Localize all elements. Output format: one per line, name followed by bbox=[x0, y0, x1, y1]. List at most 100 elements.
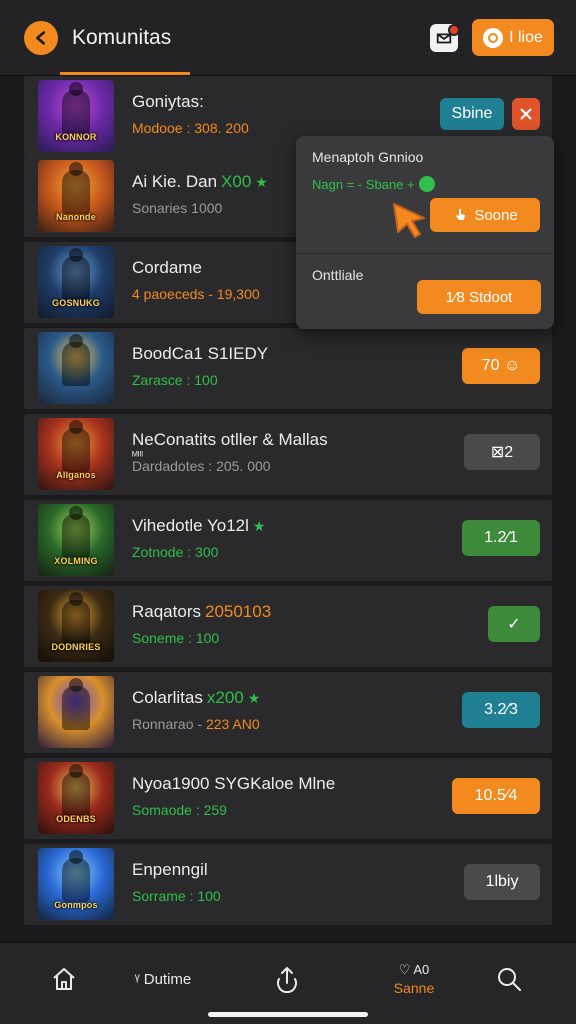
item-action-button[interactable]: 70 ☺ bbox=[462, 348, 540, 384]
nav-notifications[interactable]: ♡ A0 Sanne bbox=[384, 959, 444, 999]
item-action-button[interactable]: 10.5⁄4 bbox=[452, 778, 540, 814]
item-action-button[interactable]: 1lbiy bbox=[464, 864, 540, 900]
hand-icon bbox=[456, 209, 466, 220]
popover-secondary-button[interactable]: 1⁄8 Stdoot bbox=[417, 280, 541, 314]
item-subtitle: Dardadotes : 205. 000 bbox=[132, 458, 271, 474]
game-thumbnail: KONNOR bbox=[38, 80, 114, 152]
item-title-text: Vihedotle Yo12l bbox=[132, 516, 249, 535]
list-item[interactable]: Allganos NeConatits otller & Mallas ᴹᴵᴵᴵ Da… bbox=[24, 414, 552, 495]
close-icon bbox=[520, 108, 532, 120]
character-silhouette bbox=[62, 420, 90, 472]
character-silhouette bbox=[62, 248, 90, 300]
item-title-accent: X00 bbox=[221, 172, 252, 191]
game-thumbnail: Gonmpos bbox=[38, 848, 114, 920]
item-subtitle-value: 308. 200 bbox=[194, 120, 249, 136]
share-icon bbox=[277, 966, 297, 993]
item-subtitle-value: 223 AN0 bbox=[205, 716, 260, 732]
item-subtitle-label: 4 paoeceds - bbox=[132, 286, 217, 302]
game-thumbnail: ODENBS bbox=[38, 762, 114, 834]
nav-timeline[interactable]: ᵞ Dutime bbox=[118, 959, 208, 999]
character-silhouette bbox=[62, 850, 90, 902]
character-silhouette bbox=[62, 506, 90, 558]
home-icon bbox=[53, 968, 75, 990]
item-title-text: Nyoa1900 SYGKaloe Mlne bbox=[132, 774, 336, 793]
list-item[interactable]: Colarlitas x200 ★ Ronnarao - 223 AN0 3.2⁄3 bbox=[24, 672, 552, 753]
item-subtitle: Zotnode : 300 bbox=[132, 544, 218, 560]
item-subtitle-label: Sorrame : bbox=[132, 888, 198, 904]
item-subtitle-value: 100 bbox=[195, 630, 220, 646]
item-subtitle-label: Soneme : bbox=[132, 630, 196, 646]
item-title-text: Ai Kie. Dan bbox=[132, 172, 218, 191]
item-title-text: NeConatits otller & Mallas bbox=[132, 430, 328, 449]
item-title: Ai Kie. Dan X00 ★ bbox=[132, 172, 268, 192]
list-item[interactable]: BoodCa1 S1IEDY Zarasce : 100 70 ☺ bbox=[24, 328, 552, 409]
home-indicator bbox=[208, 1012, 368, 1017]
item-title-text: Cordame bbox=[132, 258, 202, 277]
item-subtitle-value: 19,300 bbox=[216, 286, 260, 302]
character-silhouette bbox=[62, 764, 90, 816]
active-tab-indicator bbox=[60, 72, 190, 75]
nav-share[interactable] bbox=[272, 959, 302, 999]
item-action-button[interactable]: 3.2⁄3 bbox=[462, 692, 540, 728]
item-action-button[interactable]: 1.2⁄1 bbox=[462, 520, 540, 556]
item-title-accent: x200 bbox=[206, 688, 244, 707]
item-subtitle-label: Somaode : bbox=[132, 802, 204, 818]
list-item[interactable]: DODNRIES Raqators 2050103 Soneme : 100 ✓ bbox=[24, 586, 552, 667]
item-title: Raqators 2050103 bbox=[132, 602, 271, 622]
follow-button[interactable]: Sbine bbox=[440, 98, 504, 130]
item-subtitle-value: 259 bbox=[203, 802, 227, 818]
item-subtitle: Sorrame : 100 bbox=[132, 888, 221, 904]
item-subtitle-label: Zotnode : bbox=[132, 544, 196, 560]
character-silhouette bbox=[62, 82, 90, 134]
game-logo-text: GOSNUKG bbox=[52, 298, 100, 308]
character-silhouette bbox=[62, 162, 90, 214]
game-thumbnail: Nanonde bbox=[38, 160, 114, 232]
game-logo-text: Allganos bbox=[56, 470, 96, 480]
game-thumbnail: DODNRIES bbox=[38, 590, 114, 662]
item-action-button[interactable]: ✓ bbox=[488, 606, 540, 642]
item-subtitle-value: 1000 bbox=[191, 200, 223, 216]
item-subtitle: Somaode : 259 bbox=[132, 802, 227, 818]
pointer-arrow-icon bbox=[393, 203, 425, 238]
game-logo-text: Gonmpos bbox=[54, 900, 98, 910]
item-subtitle-value: 100 bbox=[197, 888, 221, 904]
close-button[interactable] bbox=[512, 98, 540, 130]
list-item[interactable]: Gonmpos Enpenngil Sorrame : 100 1lbiy bbox=[24, 844, 552, 925]
nav-home[interactable] bbox=[46, 959, 82, 999]
star-icon: ★ bbox=[247, 690, 261, 706]
back-button[interactable] bbox=[24, 21, 58, 55]
item-title: Cordame bbox=[132, 258, 202, 278]
item-title: Colarlitas x200 ★ bbox=[132, 688, 260, 708]
item-action-button[interactable]: ⊠2 bbox=[464, 434, 540, 470]
game-logo-text: KONNOR bbox=[55, 132, 97, 142]
nav-notifications-count: ♡ A0 bbox=[398, 962, 430, 977]
game-thumbnail: Allganos bbox=[38, 418, 114, 490]
search-icon bbox=[498, 968, 521, 991]
item-subtitle-value: 100 bbox=[194, 372, 218, 388]
popover-primary-button[interactable]: Soone bbox=[430, 198, 540, 232]
popover-status-text: Nagn = - Sbane + bbox=[312, 176, 415, 192]
character-silhouette bbox=[62, 334, 90, 386]
page-title: Komunitas bbox=[72, 26, 172, 49]
popover-primary-label: Soone bbox=[474, 206, 518, 224]
game-logo-text: Nanonde bbox=[56, 212, 96, 222]
list-item[interactable]: XOLMING Vihedotle Yo12l ★ Zotnode : 300 1.2⁄… bbox=[24, 500, 552, 581]
header-action-button[interactable]: I lioe bbox=[472, 19, 554, 56]
status-icon bbox=[483, 27, 504, 48]
game-thumbnail: GOSNUKG bbox=[38, 246, 114, 318]
item-title-text: Raqators bbox=[132, 602, 201, 621]
item-subtitle: Soneme : 100 bbox=[132, 630, 219, 646]
item-subtitle: 4 paoeceds - 19,300 bbox=[132, 286, 260, 302]
online-status-icon bbox=[418, 176, 435, 192]
list-item[interactable]: ODENBS Nyoa1900 SYGKaloe Mlne Somaode : 25… bbox=[24, 758, 552, 839]
nav-notifications-label: Sanne bbox=[393, 980, 435, 996]
nav-search[interactable] bbox=[494, 959, 524, 999]
item-title: BoodCa1 S1IEDY bbox=[132, 344, 268, 364]
popover-status: Nagn = - Sbane + bbox=[312, 176, 435, 192]
back-arrow-icon bbox=[36, 31, 46, 45]
context-popover: Menaptoh Gnnioo Nagn = - Sbane + Soone O… bbox=[296, 136, 554, 329]
item-subtitle: Modooe : 308. 200 bbox=[132, 120, 249, 136]
popover-divider bbox=[296, 253, 554, 254]
character-silhouette bbox=[62, 592, 90, 644]
star-icon: ★ bbox=[255, 174, 268, 190]
